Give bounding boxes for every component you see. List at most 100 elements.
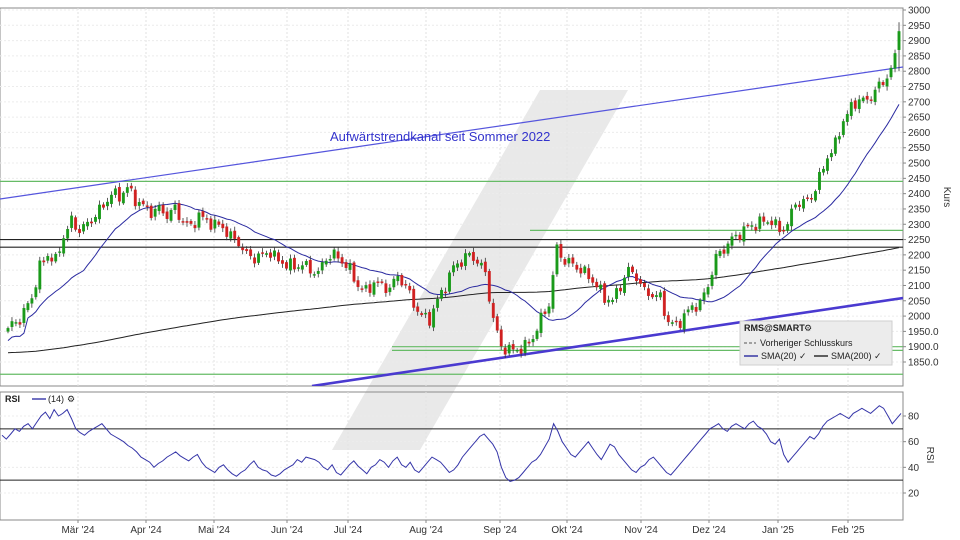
price-y-tick-label: 2200 — [908, 250, 931, 261]
candle — [841, 118, 845, 138]
price-y-tick-label: 2600 — [908, 128, 931, 139]
candle-body — [790, 208, 794, 227]
price-y-tick-label: 2050 — [908, 296, 931, 307]
candle-body — [658, 292, 662, 298]
candle-body — [845, 114, 849, 122]
candle-body — [555, 244, 559, 275]
candle-body — [583, 266, 587, 273]
legend-gear-icon: ⚙ — [804, 323, 812, 333]
candle-body — [849, 102, 853, 116]
candle — [428, 309, 432, 329]
candle — [133, 186, 137, 210]
candle-body — [269, 252, 272, 258]
candle-body — [479, 262, 483, 266]
candle-body — [738, 234, 742, 240]
x-tick-label: Jan '25 — [762, 525, 794, 536]
candle-body — [324, 260, 328, 265]
candle — [169, 208, 173, 223]
price-y-tick-label: 2000 — [908, 312, 931, 323]
candle-body — [591, 277, 595, 283]
candle-body — [865, 95, 869, 100]
candle-body — [635, 273, 638, 282]
candle — [551, 271, 555, 313]
candle-body — [599, 284, 603, 290]
candle-body — [257, 253, 261, 263]
candle-body — [448, 272, 451, 292]
candle-body — [829, 153, 833, 158]
candle-body — [452, 265, 455, 273]
candle-body — [408, 285, 412, 291]
candle-body — [603, 283, 607, 303]
legend-sma200-label: SMA(200) — [831, 351, 872, 361]
candle-body — [364, 285, 368, 289]
candle-body — [332, 249, 336, 259]
candle-body — [265, 253, 268, 255]
price-y-tick-label: 2800 — [908, 67, 931, 78]
candle-body — [106, 201, 109, 207]
x-tick-label: Mär '24 — [61, 525, 94, 536]
candle-body — [511, 344, 515, 350]
candle-body — [718, 251, 722, 256]
candle-body — [559, 244, 563, 258]
candle-body — [205, 218, 209, 220]
candle-body — [686, 309, 690, 313]
legend-prev-close-label: Vorheriger Schlusskurs — [760, 338, 853, 348]
candle-body — [145, 205, 149, 207]
candle-body — [643, 283, 646, 288]
candle — [714, 249, 718, 280]
candle-body — [698, 299, 702, 311]
candle-body — [706, 287, 710, 295]
candle-body — [726, 243, 730, 254]
price-y-tick-label: 2700 — [908, 97, 931, 108]
candle-body — [249, 249, 253, 257]
candle-body — [296, 267, 300, 269]
candle-body — [674, 320, 678, 323]
candle-body — [424, 312, 428, 315]
candle — [38, 256, 42, 294]
candle-body — [444, 291, 447, 294]
candle-body — [543, 311, 547, 314]
candle-body — [416, 306, 420, 312]
candle-body — [690, 305, 694, 310]
candle — [432, 304, 436, 332]
candle-body — [129, 185, 133, 189]
channel-annotation: Aufwärtstrendkanal seit Sommer 2022 — [330, 129, 550, 144]
candle-body — [531, 339, 535, 343]
candle-body — [201, 211, 205, 217]
candle-body — [169, 210, 173, 221]
candle-body — [814, 191, 817, 201]
rsi-legend-period: (14) — [48, 394, 64, 404]
rsi-y-axis-title: RSI — [924, 447, 935, 464]
candle-body — [396, 276, 400, 282]
candle-body — [384, 283, 388, 293]
candle-body — [551, 275, 555, 309]
candle-body — [328, 259, 332, 261]
candle-body — [861, 97, 865, 102]
candle-body — [98, 204, 101, 220]
candle — [149, 203, 153, 221]
candle — [495, 313, 499, 333]
x-tick-label: Jun '24 — [271, 525, 303, 536]
candle-body — [18, 322, 22, 325]
candle-body — [209, 218, 213, 230]
candle — [539, 308, 543, 338]
candle-body — [460, 262, 463, 267]
candle-body — [507, 344, 511, 354]
price-y-tick-label: 2350 — [908, 204, 931, 215]
candle-body — [467, 253, 471, 256]
candle-body — [288, 258, 292, 271]
candle-body — [225, 226, 229, 237]
candle-body — [308, 259, 312, 274]
candle-body — [90, 221, 93, 224]
price-y-tick-label: 3000 — [908, 6, 931, 17]
candle-body — [70, 215, 74, 228]
candle — [62, 235, 66, 257]
candle-body — [253, 257, 257, 264]
candle-body — [189, 220, 193, 224]
price-y-tick-label: 2250 — [908, 235, 931, 246]
candle-body — [304, 261, 308, 265]
candle-body — [456, 263, 459, 268]
candle-body — [113, 188, 117, 195]
candle-body — [6, 328, 10, 332]
candle-body — [117, 187, 121, 202]
